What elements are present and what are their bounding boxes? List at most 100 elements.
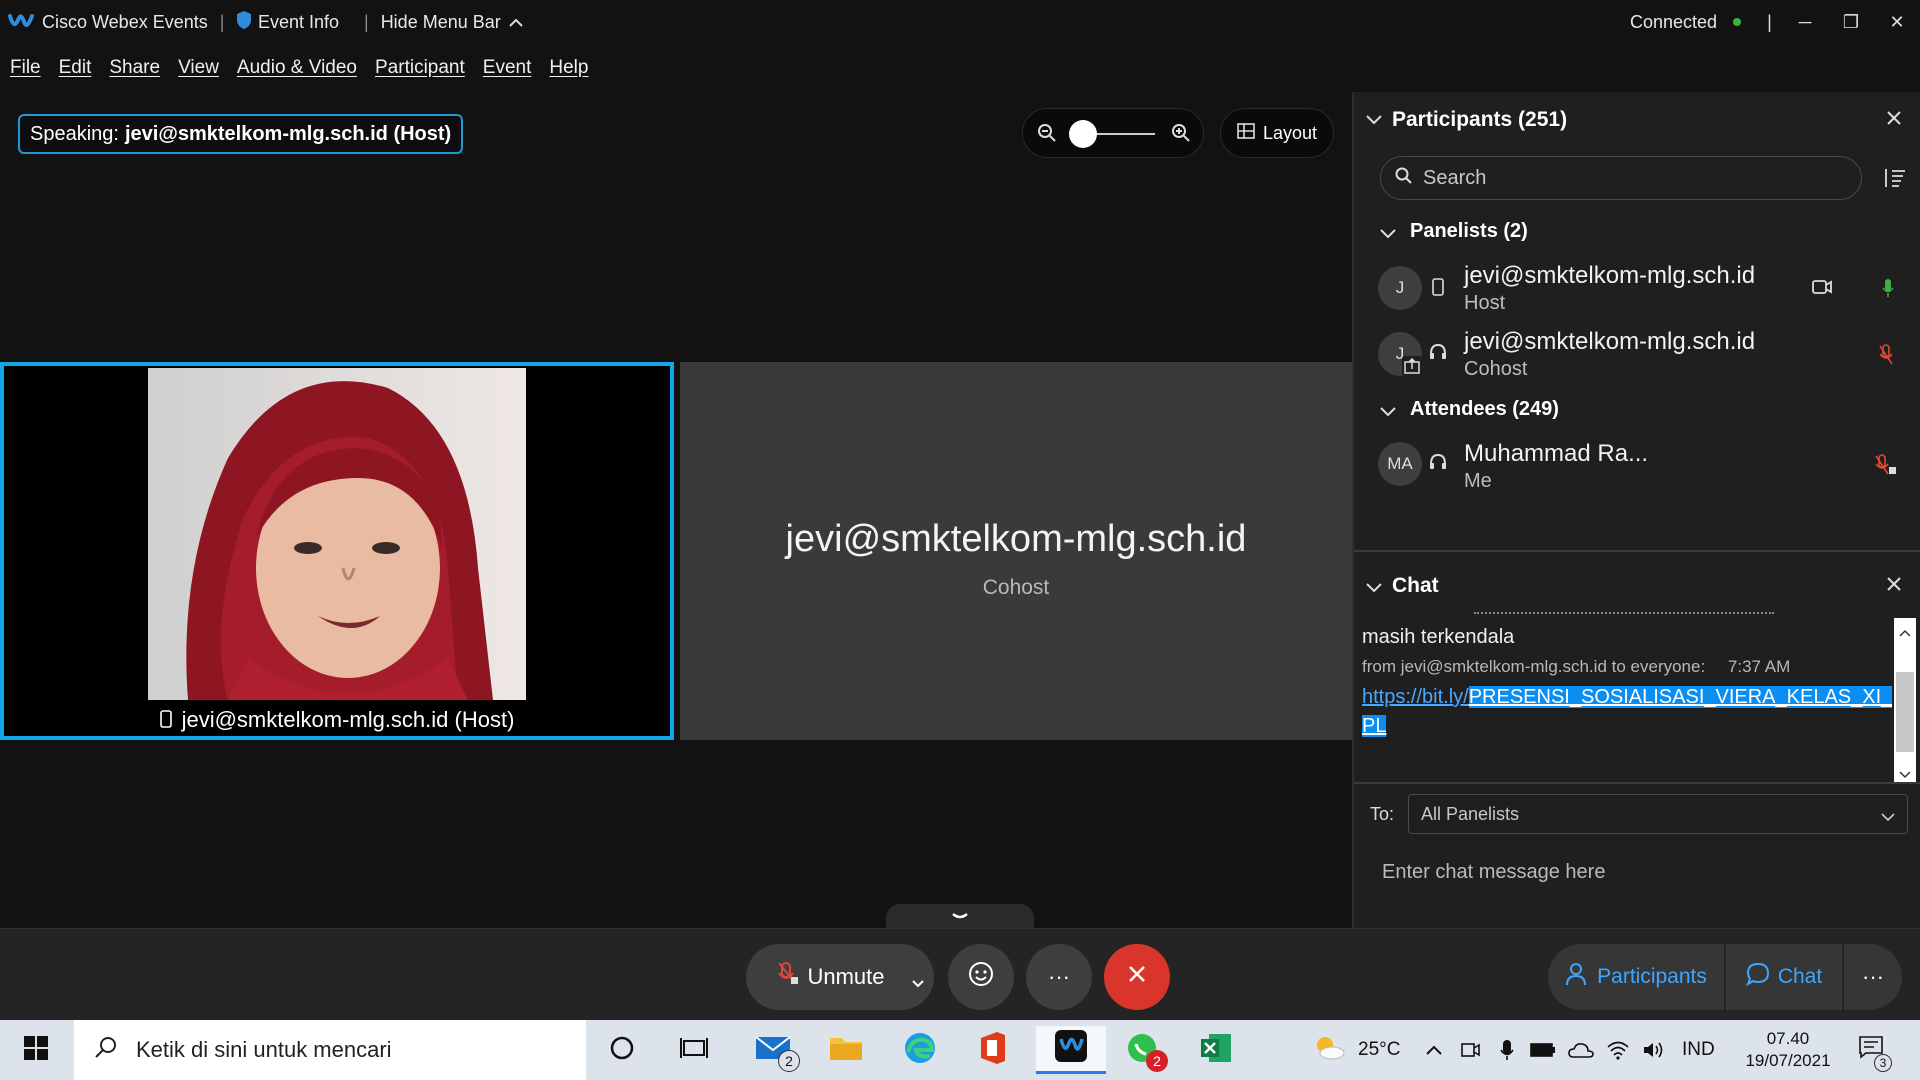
chat-link-highlight-2[interactable]: PL bbox=[1362, 715, 1387, 737]
mail-app-button[interactable]: 2 bbox=[746, 1026, 802, 1074]
avatar: MA bbox=[1378, 442, 1422, 486]
chat-link-plain[interactable]: https://bit.ly/ bbox=[1362, 686, 1469, 708]
close-chat-icon[interactable] bbox=[1886, 576, 1902, 597]
wifi-icon[interactable] bbox=[1606, 1020, 1630, 1080]
headset-icon bbox=[1428, 452, 1448, 479]
zoom-in-icon[interactable] bbox=[1171, 123, 1191, 148]
minimize-icon: ─ bbox=[1798, 11, 1812, 32]
menu-view[interactable]: View bbox=[178, 57, 219, 79]
panel-more-label: ··· bbox=[1862, 964, 1884, 989]
unmute-options-chevron-icon[interactable] bbox=[912, 968, 924, 994]
scroll-up-icon[interactable] bbox=[1899, 624, 1911, 642]
chat-recipient-select[interactable]: All Panelists bbox=[1408, 794, 1908, 834]
menu-file[interactable]: File bbox=[10, 57, 41, 79]
whatsapp-button[interactable]: 2 bbox=[1114, 1026, 1170, 1074]
battery-icon[interactable] bbox=[1530, 1020, 1556, 1080]
taskbar-search[interactable]: Ketik di sini untuk mencari bbox=[74, 1020, 586, 1080]
host-video-tile[interactable]: jevi@smktelkom-mlg.sch.id (Host) bbox=[0, 362, 674, 740]
menu-bar: File Edit Share View Audio & Video Parti… bbox=[0, 44, 1350, 92]
speaking-prefix: Speaking: bbox=[30, 122, 119, 145]
mic-active-icon bbox=[1882, 278, 1894, 303]
chat-scrollbar[interactable] bbox=[1894, 618, 1916, 782]
windows-logo-icon bbox=[24, 1035, 48, 1065]
folder-icon bbox=[828, 1034, 864, 1067]
file-explorer-button[interactable] bbox=[818, 1026, 874, 1074]
video-camera-icon bbox=[1812, 280, 1832, 299]
scroll-thumb[interactable] bbox=[1896, 672, 1914, 752]
input-language[interactable]: IND bbox=[1682, 1020, 1715, 1080]
hide-menu-bar-button[interactable]: | Hide Menu Bar bbox=[364, 0, 523, 44]
share-badge-icon bbox=[1402, 356, 1422, 376]
zoom-slider-handle[interactable] bbox=[1069, 120, 1097, 148]
webex-app-button[interactable] bbox=[1036, 1026, 1106, 1074]
restore-icon: ❐ bbox=[1842, 11, 1860, 32]
notification-center-button[interactable]: 3 bbox=[1858, 1020, 1892, 1080]
menu-event[interactable]: Event bbox=[483, 57, 532, 79]
participant-search-input[interactable]: Search bbox=[1380, 156, 1862, 200]
leave-event-button[interactable] bbox=[1104, 944, 1170, 1010]
person-icon bbox=[1565, 962, 1587, 992]
participants-panel-title: Participants (251) bbox=[1392, 108, 1568, 131]
close-icon: ✕ bbox=[1889, 11, 1905, 32]
chat-collapse-icon[interactable] bbox=[1366, 580, 1382, 598]
layout-button[interactable]: Layout bbox=[1220, 108, 1334, 158]
meet-now-icon[interactable] bbox=[1460, 1020, 1480, 1080]
cortana-button[interactable] bbox=[594, 1026, 650, 1074]
panelists-collapse-icon[interactable] bbox=[1380, 226, 1396, 244]
attendees-title: Attendees (249) bbox=[1410, 398, 1559, 420]
chat-log: masih terkendala from jevi@smktelkom-mlg… bbox=[1362, 612, 1892, 782]
participants-button-label: Participants bbox=[1597, 965, 1707, 988]
shield-icon bbox=[236, 10, 252, 35]
collapse-controls-button[interactable] bbox=[886, 904, 1034, 930]
chevron-down-icon bbox=[951, 908, 969, 926]
cohost-video-tile[interactable]: jevi@smktelkom-mlg.sch.id Cohost bbox=[680, 362, 1352, 740]
chat-link[interactable]: https://bit.ly/PRESENSI_SOSIALISASI_VIER… bbox=[1362, 683, 1892, 741]
panelist-row[interactable]: J jevi@smktelkom-mlg.sch.id Cohost bbox=[1370, 324, 1910, 388]
weather-widget[interactable]: 25°C bbox=[1312, 1020, 1400, 1080]
cortana-circle-icon bbox=[609, 1035, 635, 1066]
more-options-button[interactable]: ··· bbox=[1026, 944, 1092, 1010]
attendee-row[interactable]: MA Muhammad Ra... Me bbox=[1370, 434, 1910, 498]
task-view-button[interactable] bbox=[666, 1026, 722, 1074]
start-button[interactable] bbox=[0, 1020, 72, 1080]
taskbar-search-placeholder: Ketik di sini untuk mencari bbox=[136, 1037, 392, 1062]
event-info-button[interactable]: Event Info bbox=[236, 0, 339, 44]
restore-button[interactable]: ❐ bbox=[1828, 0, 1874, 44]
smiley-icon bbox=[968, 961, 994, 993]
office-app-button[interactable] bbox=[964, 1026, 1020, 1074]
volume-icon[interactable] bbox=[1642, 1020, 1666, 1080]
search-icon bbox=[1395, 167, 1413, 190]
reactions-button[interactable] bbox=[948, 944, 1014, 1010]
zoom-out-icon[interactable] bbox=[1037, 123, 1057, 148]
close-participants-icon[interactable] bbox=[1886, 110, 1902, 131]
microphone-icon[interactable] bbox=[1500, 1020, 1514, 1080]
participants-collapse-icon[interactable] bbox=[1366, 112, 1382, 130]
chat-link-highlight[interactable]: PRESENSI_SOSIALISASI_VIERA_KELAS_XI_R bbox=[1468, 686, 1892, 708]
chat-divider bbox=[1354, 782, 1920, 784]
search-icon bbox=[94, 1035, 118, 1065]
event-info-label: Event Info bbox=[258, 11, 340, 32]
system-clock[interactable]: 07.40 19/07/2021 bbox=[1738, 1020, 1838, 1080]
unmute-button[interactable]: Unmute bbox=[746, 944, 934, 1010]
panelist-row[interactable]: J jevi@smktelkom-mlg.sch.id Host bbox=[1370, 258, 1910, 322]
chat-panel-button[interactable]: Chat bbox=[1726, 944, 1842, 1010]
webex-logo-icon bbox=[8, 12, 34, 32]
edge-browser-button[interactable] bbox=[892, 1026, 948, 1074]
onedrive-cloud-icon[interactable] bbox=[1568, 1020, 1594, 1080]
menu-share[interactable]: Share bbox=[109, 57, 160, 79]
attendees-collapse-icon[interactable] bbox=[1380, 404, 1396, 422]
mic-muted-icon bbox=[1878, 344, 1894, 371]
show-hidden-icons-chevron-icon[interactable] bbox=[1426, 1020, 1442, 1080]
menu-participant[interactable]: Participant bbox=[375, 57, 465, 79]
menu-audio-video[interactable]: Audio & Video bbox=[237, 57, 357, 79]
chat-message-input[interactable]: Enter chat message here bbox=[1370, 848, 1906, 896]
panelists-title: Panelists (2) bbox=[1410, 220, 1528, 242]
sort-list-icon[interactable] bbox=[1884, 168, 1906, 193]
participants-panel-button[interactable]: Participants bbox=[1548, 944, 1724, 1010]
minimize-button[interactable]: ─ bbox=[1782, 0, 1828, 44]
menu-help[interactable]: Help bbox=[549, 57, 588, 79]
excel-button[interactable] bbox=[1188, 1026, 1244, 1074]
menu-edit[interactable]: Edit bbox=[59, 57, 92, 79]
close-window-button[interactable]: ✕ bbox=[1874, 0, 1920, 44]
status-dot-icon bbox=[1733, 18, 1742, 26]
